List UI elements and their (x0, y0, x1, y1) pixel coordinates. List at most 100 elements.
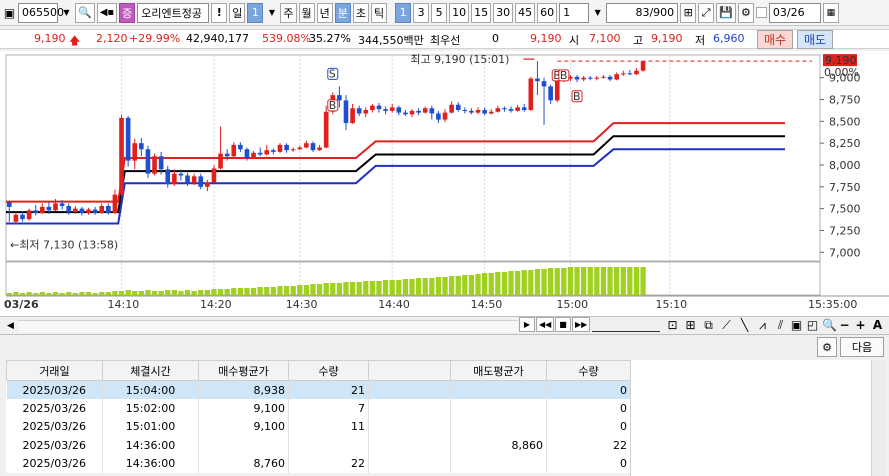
interval-select[interactable]: 1 (559, 2, 590, 23)
candlestick-chart[interactable]: 7,000 7,250 7,500 7,750 8,000 8,250 8,500 8,750… (0, 51, 889, 316)
candle-body (455, 104, 461, 110)
volume-bar (191, 291, 197, 295)
interval-button-60[interactable]: 60 (537, 2, 558, 23)
search-icon[interactable]: 🔍 (75, 2, 95, 23)
col-blank[interactable] (368, 360, 451, 381)
font-size-icon[interactable]: A (871, 315, 884, 335)
col-sell-qty[interactable]: 수량 (546, 360, 631, 381)
dual-icon[interactable]: ⧉ (702, 315, 715, 335)
col-fill-time[interactable]: 체결시간 (102, 360, 199, 381)
zoom-slider[interactable] (592, 318, 660, 332)
fast-forward-icon[interactable]: ▶▶ (572, 317, 591, 332)
col-buy-avg[interactable]: 매수평균가 (198, 360, 289, 381)
col-sell-avg[interactable]: 매도평균가 (450, 360, 547, 381)
chart-scrollbar[interactable] (18, 320, 518, 332)
volume-bar (336, 283, 343, 295)
count-value: 83 (635, 6, 650, 19)
screenshot-icon[interactable]: ◰ (806, 315, 819, 335)
scroll-right-icon[interactable]: ▶ (519, 317, 535, 332)
table-row[interactable]: 2025/03/26 15:02:00 9,100 7 0 (6, 399, 631, 418)
code-dropdown-icon[interactable]: ▼ (60, 3, 73, 23)
period-month-button[interactable]: 월 (298, 2, 315, 23)
date-field[interactable]: 03/26 (768, 2, 821, 23)
table-cell: 8,938 (198, 380, 289, 399)
volume-bar (171, 290, 177, 295)
next-button[interactable]: 다음 (840, 337, 884, 357)
grid-settings-icon[interactable]: ⚙ (817, 337, 837, 357)
calendar-icon[interactable]: ▦ (822, 2, 839, 23)
candle-body (73, 208, 78, 213)
settings-icon[interactable]: ⚙ (737, 2, 754, 23)
count-total: /900 (649, 6, 675, 19)
interval-button-30[interactable]: 30 (493, 2, 514, 23)
interval-button-15[interactable]: 15 (471, 2, 492, 23)
period-minute-button[interactable]: 분 (334, 2, 351, 23)
grid-scrollbar[interactable] (871, 360, 885, 476)
interval-dropdown-icon[interactable]: ▼ (591, 3, 604, 23)
trend-icon[interactable]: ⟋ (720, 315, 733, 335)
table-row[interactable]: 2025/03/26 14:36:00 8,860 22 (6, 436, 631, 455)
volume-bar (581, 267, 587, 295)
candle-body (356, 108, 362, 114)
date-checkbox[interactable] (755, 7, 767, 18)
period-year-button[interactable]: 년 (316, 2, 333, 23)
stock-code-input[interactable]: 065500 (18, 2, 64, 23)
fib-icon[interactable]: ⩘ (756, 315, 769, 335)
scroll-left-icon[interactable]: ◀ (4, 316, 17, 336)
volume-icon[interactable]: ◀▪ (96, 2, 118, 23)
buy-button[interactable]: 매수 (757, 30, 793, 49)
save-icon[interactable]: 💾 (716, 2, 736, 23)
table-row[interactable]: 2025/03/26 15:04:00 8,938 21 0 (6, 380, 631, 399)
table-cell: 15:01:00 (102, 417, 199, 436)
candle-body (13, 214, 19, 222)
period-day-button[interactable]: 일 (229, 2, 246, 23)
period-second-button[interactable]: 초 (352, 2, 370, 23)
trade-history-table: 거래일 체결시간 매수평균가 수량 매도평균가 수량 2025/03/26 15:… (6, 360, 631, 473)
price-chart[interactable]: 7,000 7,250 7,500 7,750 8,000 8,250 8,500 8,750… (0, 51, 889, 316)
grid-icon[interactable]: ⊞ (684, 315, 697, 335)
candle-body (535, 78, 540, 82)
image-icon[interactable]: ▣ (790, 315, 803, 335)
col-trade-date[interactable]: 거래일 (6, 360, 103, 381)
volume-bar (541, 269, 547, 295)
channel-icon[interactable]: ⫽ (774, 315, 787, 335)
candle-body (53, 203, 58, 211)
volume-bar (495, 272, 501, 295)
stock-name-field[interactable]: 오리엔트정공 (137, 2, 210, 23)
table-cell: 2025/03/26 (6, 436, 103, 455)
interval-button-3[interactable]: 3 (413, 2, 430, 23)
period-number[interactable]: 1 (247, 2, 264, 23)
sell-button[interactable]: 매도 (797, 30, 833, 49)
window-icon[interactable]: ▣ (3, 3, 16, 23)
plus-icon[interactable]: + (854, 315, 867, 335)
line-icon[interactable]: ╲ (738, 315, 751, 335)
period-dropdown-icon[interactable]: ▼ (265, 3, 278, 23)
candle-body (587, 77, 593, 79)
interval-button-45[interactable]: 45 (515, 2, 536, 23)
interval-button-1[interactable]: 1 (395, 2, 412, 23)
candle-body (79, 208, 85, 213)
candle-body (205, 182, 210, 187)
rewind-icon[interactable]: ◀◀ (536, 317, 555, 332)
table-cell: 2025/03/26 (6, 454, 103, 473)
layout-icon[interactable]: ⊡ (666, 315, 679, 335)
candle-body (198, 176, 204, 187)
crosshair-icon[interactable]: ⊞ (680, 2, 697, 23)
col-buy-qty[interactable]: 수량 (288, 360, 369, 381)
minus-icon[interactable]: − (838, 315, 851, 335)
candle-body (403, 112, 408, 115)
volume-bar (508, 271, 514, 295)
stop-icon[interactable]: ■ (555, 317, 571, 332)
period-tick-button[interactable]: 틱 (371, 2, 388, 23)
period-week-button[interactable]: 주 (280, 2, 297, 23)
interval-button-5[interactable]: 5 (431, 2, 448, 23)
table-row[interactable]: 2025/03/26 14:36:00 8,760 22 0 (6, 454, 631, 473)
draw-icon[interactable]: ⤢ (698, 2, 715, 23)
alert-button[interactable]: ! (211, 2, 228, 23)
volume-bar (607, 267, 613, 295)
zoom-icon[interactable]: 🔍 (822, 315, 837, 335)
table-row[interactable]: 2025/03/26 15:01:00 9,100 11 0 (6, 417, 631, 436)
volume-bar (112, 291, 118, 295)
count-field[interactable]: 83/900 (606, 2, 679, 23)
interval-button-10[interactable]: 10 (449, 2, 470, 23)
